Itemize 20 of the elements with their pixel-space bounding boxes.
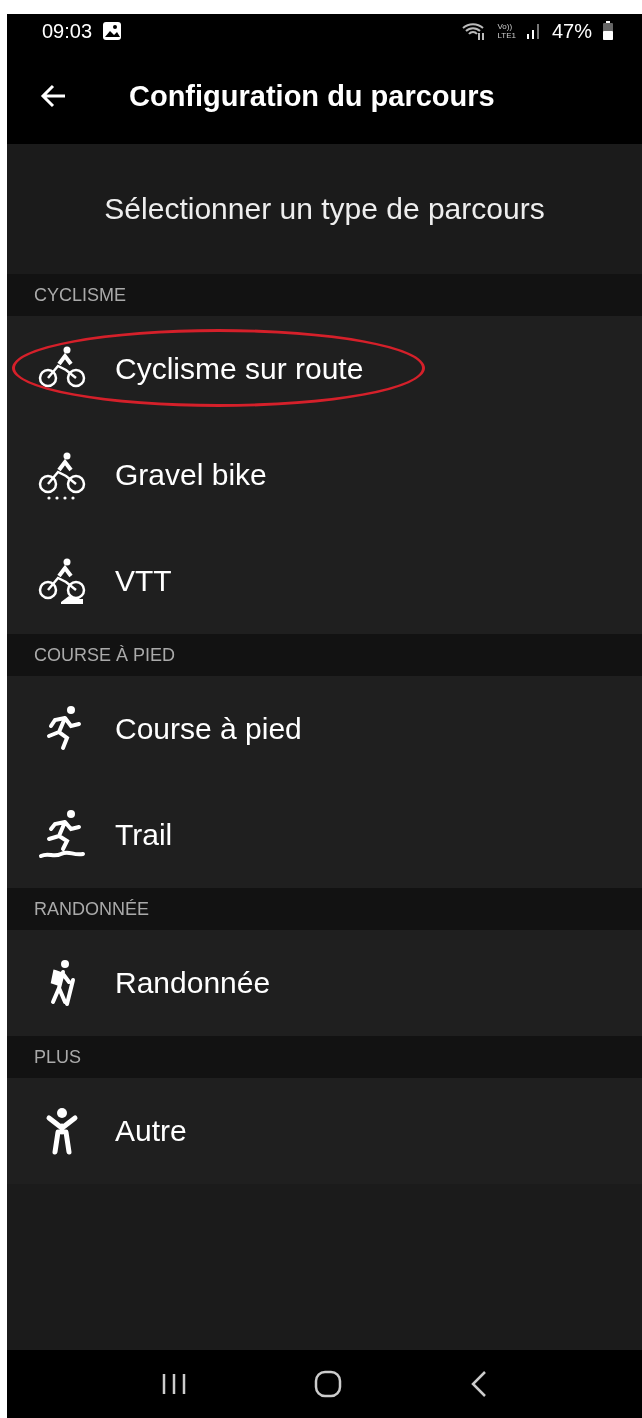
category-label: PLUS: [7, 1036, 642, 1078]
category-label: RANDONNÉE: [7, 888, 642, 930]
page-title: Configuration du parcours: [129, 79, 495, 113]
image-icon: [102, 21, 123, 41]
activity-item[interactable]: Cyclisme sur route: [7, 316, 642, 422]
activity-item[interactable]: Trail: [7, 782, 642, 888]
activity-item[interactable]: Randonnée: [7, 930, 642, 1036]
section-heading: Sélectionner un type de parcours: [104, 192, 545, 226]
network-label: Vo)) LTE1: [497, 22, 516, 40]
category-label: CYCLISME: [7, 274, 642, 316]
battery-icon: [602, 21, 614, 41]
signal-icon: [525, 22, 542, 40]
activity-item[interactable]: Course à pied: [7, 676, 642, 782]
activity-item[interactable]: VTT: [7, 528, 642, 634]
battery-percent: 47%: [551, 19, 592, 43]
category-label: COURSE À PIED: [7, 634, 642, 676]
home-icon[interactable]: [314, 1370, 343, 1398]
status-time: 09:03: [42, 19, 93, 43]
activity-item[interactable]: Autre: [7, 1078, 642, 1184]
activity-item[interactable]: Gravel bike: [7, 422, 642, 528]
